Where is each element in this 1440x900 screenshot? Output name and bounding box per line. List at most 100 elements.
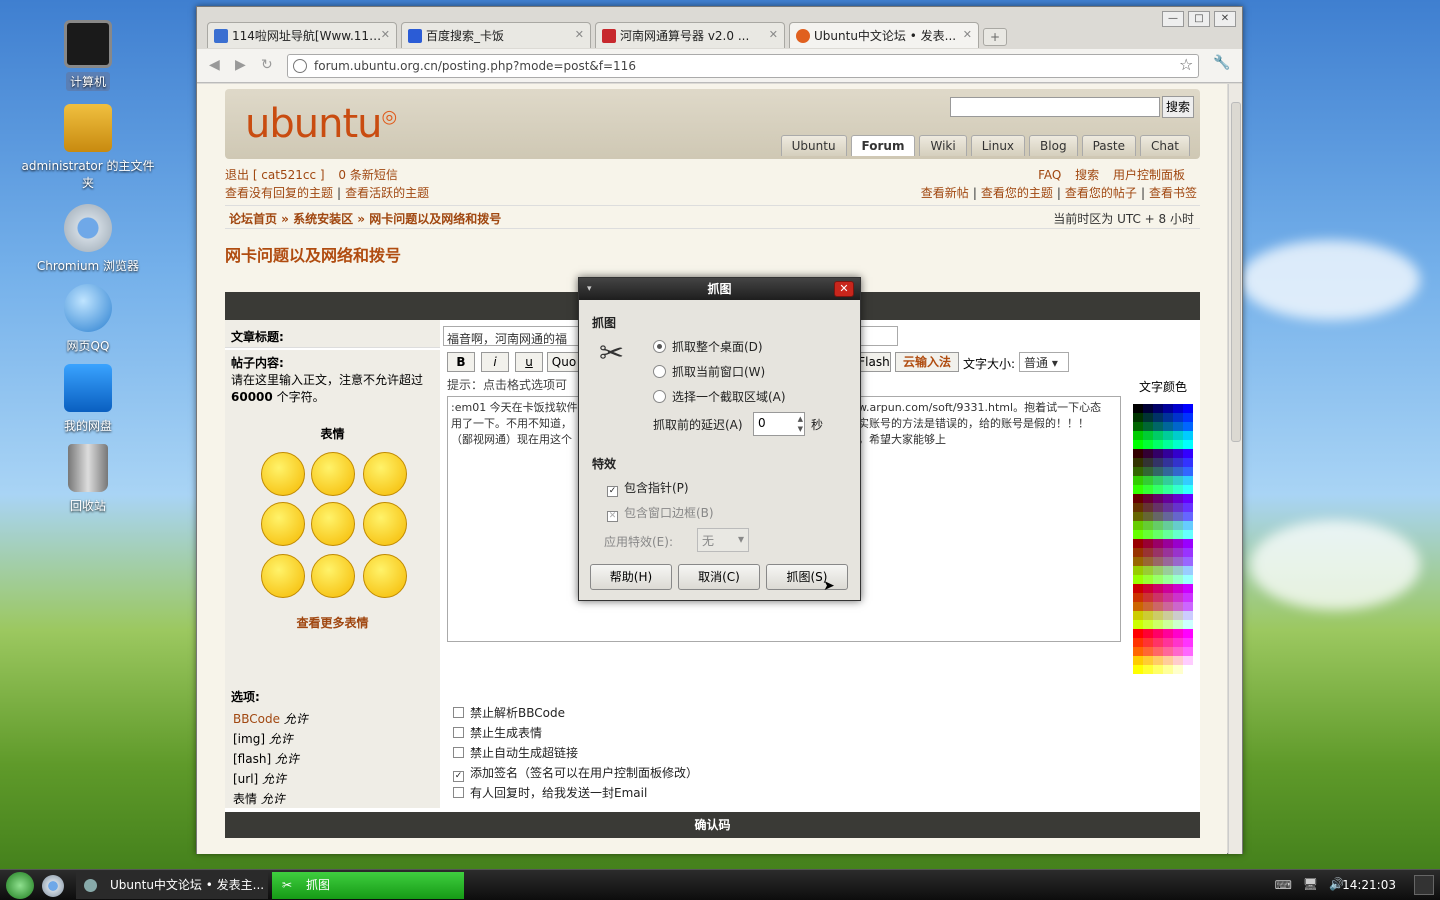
color-swatch[interactable] bbox=[1153, 467, 1163, 476]
option-name[interactable]: BBCode bbox=[233, 712, 280, 726]
color-swatch[interactable] bbox=[1133, 476, 1143, 485]
color-swatch[interactable] bbox=[1153, 503, 1163, 512]
color-swatch[interactable] bbox=[1163, 593, 1173, 602]
smiley-icon[interactable] bbox=[363, 452, 407, 496]
scrollbar-thumb[interactable] bbox=[1231, 102, 1241, 442]
color-swatch[interactable] bbox=[1153, 647, 1163, 656]
color-swatch[interactable] bbox=[1153, 458, 1163, 467]
desktop-icon-trash[interactable]: 回收站 bbox=[16, 444, 160, 515]
color-swatch[interactable] bbox=[1133, 503, 1143, 512]
cloud-input-button[interactable]: 云输入法 bbox=[895, 352, 959, 372]
color-swatch[interactable] bbox=[1143, 629, 1153, 638]
desktop-icon-netdisk[interactable]: 我的网盘 bbox=[16, 364, 160, 435]
unanswered-link[interactable]: 查看没有回复的主题 bbox=[225, 186, 333, 200]
color-swatch[interactable] bbox=[1183, 422, 1193, 431]
color-swatch[interactable] bbox=[1163, 476, 1173, 485]
color-swatch[interactable] bbox=[1163, 647, 1173, 656]
color-swatch[interactable] bbox=[1163, 611, 1173, 620]
color-swatch[interactable] bbox=[1153, 638, 1163, 647]
color-swatch[interactable] bbox=[1153, 656, 1163, 665]
color-swatch[interactable] bbox=[1133, 521, 1143, 530]
color-swatch[interactable] bbox=[1173, 485, 1183, 494]
color-swatch[interactable] bbox=[1133, 611, 1143, 620]
color-swatch[interactable] bbox=[1163, 512, 1173, 521]
smiley-icon[interactable] bbox=[261, 452, 305, 496]
color-swatch[interactable] bbox=[1183, 503, 1193, 512]
color-swatch[interactable] bbox=[1143, 575, 1153, 584]
checkbox-checked[interactable]: ✓ bbox=[607, 486, 618, 497]
minimize-icon[interactable]: — bbox=[1162, 11, 1184, 27]
color-swatch[interactable] bbox=[1163, 557, 1173, 566]
color-swatch[interactable] bbox=[1183, 476, 1193, 485]
color-swatch[interactable] bbox=[1143, 503, 1153, 512]
color-swatch[interactable] bbox=[1143, 494, 1153, 503]
task-browser[interactable]: Ubuntu中文论坛 • 发表主... bbox=[76, 872, 268, 899]
color-swatch[interactable] bbox=[1143, 440, 1153, 449]
color-swatch[interactable] bbox=[1183, 530, 1193, 539]
color-swatch[interactable] bbox=[1173, 449, 1183, 458]
color-swatch[interactable] bbox=[1173, 620, 1183, 629]
color-swatch[interactable] bbox=[1163, 485, 1173, 494]
color-swatch[interactable] bbox=[1133, 629, 1143, 638]
color-swatch[interactable] bbox=[1153, 440, 1163, 449]
color-swatch[interactable] bbox=[1133, 440, 1143, 449]
color-swatch[interactable] bbox=[1133, 602, 1143, 611]
color-swatch[interactable] bbox=[1133, 530, 1143, 539]
color-swatch[interactable] bbox=[1173, 665, 1183, 674]
color-swatch[interactable] bbox=[1153, 602, 1163, 611]
color-swatch[interactable] bbox=[1143, 593, 1153, 602]
color-swatch[interactable] bbox=[1183, 647, 1193, 656]
color-swatch[interactable] bbox=[1173, 494, 1183, 503]
cancel-button[interactable]: 取消(C) bbox=[678, 564, 760, 590]
maximize-icon[interactable]: □ bbox=[1188, 11, 1210, 27]
reload-icon[interactable]: ↻ bbox=[261, 57, 273, 73]
color-swatch[interactable] bbox=[1163, 503, 1173, 512]
color-swatch[interactable] bbox=[1143, 413, 1153, 422]
color-swatch[interactable] bbox=[1173, 431, 1183, 440]
color-swatch[interactable] bbox=[1183, 566, 1193, 575]
color-swatch[interactable] bbox=[1183, 431, 1193, 440]
color-swatch[interactable] bbox=[1183, 413, 1193, 422]
color-swatch[interactable] bbox=[1133, 548, 1143, 557]
color-swatch[interactable] bbox=[1173, 602, 1183, 611]
your-topics-link[interactable]: 查看您的主题 bbox=[981, 186, 1053, 200]
radio-whole-desktop[interactable]: 抓取整个桌面(D) bbox=[653, 338, 763, 355]
color-swatch[interactable] bbox=[1153, 431, 1163, 440]
color-swatch[interactable] bbox=[1133, 458, 1143, 467]
color-swatch[interactable] bbox=[1163, 521, 1173, 530]
color-swatch[interactable] bbox=[1153, 422, 1163, 431]
color-swatch[interactable] bbox=[1173, 638, 1183, 647]
keyboard-icon[interactable]: ⌨ bbox=[1275, 878, 1292, 892]
nav-tab-paste[interactable]: Paste bbox=[1081, 135, 1136, 156]
color-swatch[interactable] bbox=[1183, 602, 1193, 611]
smiley-icon[interactable] bbox=[311, 452, 355, 496]
nav-tab-blog[interactable]: Blog bbox=[1029, 135, 1078, 156]
color-swatch[interactable] bbox=[1143, 422, 1153, 431]
delay-spinbox[interactable]: 0 ▲ ▼ bbox=[753, 412, 805, 436]
browser-tab[interactable]: 河南网通算号器 v2.0 ... ✕ bbox=[595, 22, 785, 48]
color-swatch[interactable] bbox=[1133, 413, 1143, 422]
color-swatch[interactable] bbox=[1133, 494, 1143, 503]
chromium-launcher-icon[interactable] bbox=[42, 875, 64, 897]
color-palette[interactable] bbox=[1133, 404, 1193, 680]
color-swatch[interactable] bbox=[1133, 584, 1143, 593]
color-swatch[interactable] bbox=[1133, 647, 1143, 656]
color-swatch[interactable] bbox=[1143, 557, 1153, 566]
color-swatch[interactable] bbox=[1163, 422, 1173, 431]
bold-button[interactable]: B bbox=[447, 352, 475, 372]
logout-link[interactable]: 退出 [ cat521cc ] bbox=[225, 168, 325, 182]
color-swatch[interactable] bbox=[1143, 602, 1153, 611]
address-bar[interactable]: forum.ubuntu.org.cn/posting.php?mode=pos… bbox=[287, 54, 1199, 78]
browser-tab-active[interactable]: Ubuntu中文论坛 • 发表... ✕ bbox=[789, 22, 979, 48]
browser-tab[interactable]: 114啦网址导航[Www.11… ✕ bbox=[207, 22, 397, 48]
color-swatch[interactable] bbox=[1153, 530, 1163, 539]
search-link[interactable]: 搜索 bbox=[1075, 168, 1099, 182]
color-swatch[interactable] bbox=[1173, 548, 1183, 557]
task-screenshot[interactable]: ✂ 抓图 bbox=[272, 872, 464, 899]
nav-tab-wiki[interactable]: Wiki bbox=[919, 135, 967, 156]
close-icon[interactable]: ✕ bbox=[1214, 11, 1236, 27]
smiley-icon[interactable] bbox=[363, 554, 407, 598]
desktop-icon-chromium[interactable]: Chromium 浏览器 bbox=[16, 204, 160, 275]
color-swatch[interactable] bbox=[1173, 629, 1183, 638]
color-swatch[interactable] bbox=[1183, 593, 1193, 602]
